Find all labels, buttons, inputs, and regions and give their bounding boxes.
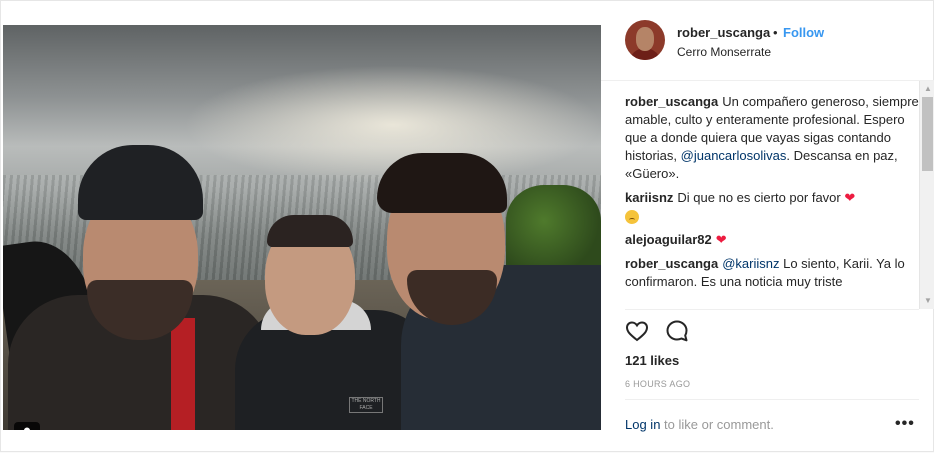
login-link[interactable]: Log in xyxy=(625,417,660,432)
comment-username[interactable]: rober_uscanga xyxy=(625,94,718,109)
scroll-up-arrow-icon[interactable]: ▲ xyxy=(920,81,934,97)
location-link[interactable]: Cerro Monserrate xyxy=(677,45,771,59)
post-timestamp[interactable]: 6 HOURS AGO xyxy=(625,379,690,389)
author-username[interactable]: rober_uscanga xyxy=(677,25,770,40)
jacket-logo: THE NORTH FACE xyxy=(349,397,383,413)
sad-face-icon xyxy=(625,209,639,224)
scroll-down-arrow-icon[interactable]: ▼ xyxy=(920,293,934,309)
list-item: alejoaguilar82 ❤ xyxy=(625,231,919,249)
more-options-button[interactable]: ••• xyxy=(895,415,915,433)
post-header: rober_uscanga • Follow Cerro Monserrate xyxy=(601,1,934,81)
list-item: kariisnz Di que no es cierto por favor ❤ xyxy=(625,189,919,225)
trees xyxy=(506,185,601,275)
mention-link[interactable]: @juancarlosolivas xyxy=(681,148,787,163)
person-tag-icon[interactable] xyxy=(14,422,40,430)
login-prompt-text: to like or comment. xyxy=(660,417,774,432)
follow-button[interactable]: Follow xyxy=(783,25,824,40)
separator-dot: • xyxy=(773,25,778,40)
post-photo[interactable]: THE NORTH FACE xyxy=(3,25,601,430)
comment-username[interactable]: alejoaguilar82 xyxy=(625,232,712,247)
instagram-post: THE NORTH FACE rober_uscanga • Follow Ce… xyxy=(0,0,934,452)
red-heart-icon: ❤ xyxy=(715,232,727,247)
avatar[interactable] xyxy=(625,20,665,60)
comment-username[interactable]: kariisnz xyxy=(625,190,673,205)
comment-bubble-icon[interactable] xyxy=(665,319,689,343)
post-side-panel: rober_uscanga • Follow Cerro Monserrate … xyxy=(601,1,934,453)
login-prompt: Log in to like or comment. xyxy=(625,417,774,432)
post-actions xyxy=(625,319,689,347)
mention-link[interactable]: @kariisnz xyxy=(722,256,779,271)
scrollbar-thumb[interactable] xyxy=(922,97,933,171)
likes-count[interactable]: 121 likes xyxy=(625,353,679,368)
comment-username[interactable]: rober_uscanga xyxy=(625,256,718,271)
comments-scrollbar[interactable]: ▲ ▼ xyxy=(919,81,934,309)
comments-list: rober_uscanga Un compañero generoso, siem… xyxy=(625,93,919,309)
heart-outline-icon[interactable] xyxy=(625,319,649,343)
comment-text: Di que no es cierto por favor xyxy=(677,190,841,205)
divider xyxy=(625,399,919,400)
red-heart-icon: ❤ xyxy=(844,190,856,205)
caption-comment: rober_uscanga Un compañero generoso, siem… xyxy=(625,93,919,183)
divider xyxy=(625,309,919,310)
list-item: rober_uscanga @kariisnz Lo siento, Karii.… xyxy=(625,255,919,291)
